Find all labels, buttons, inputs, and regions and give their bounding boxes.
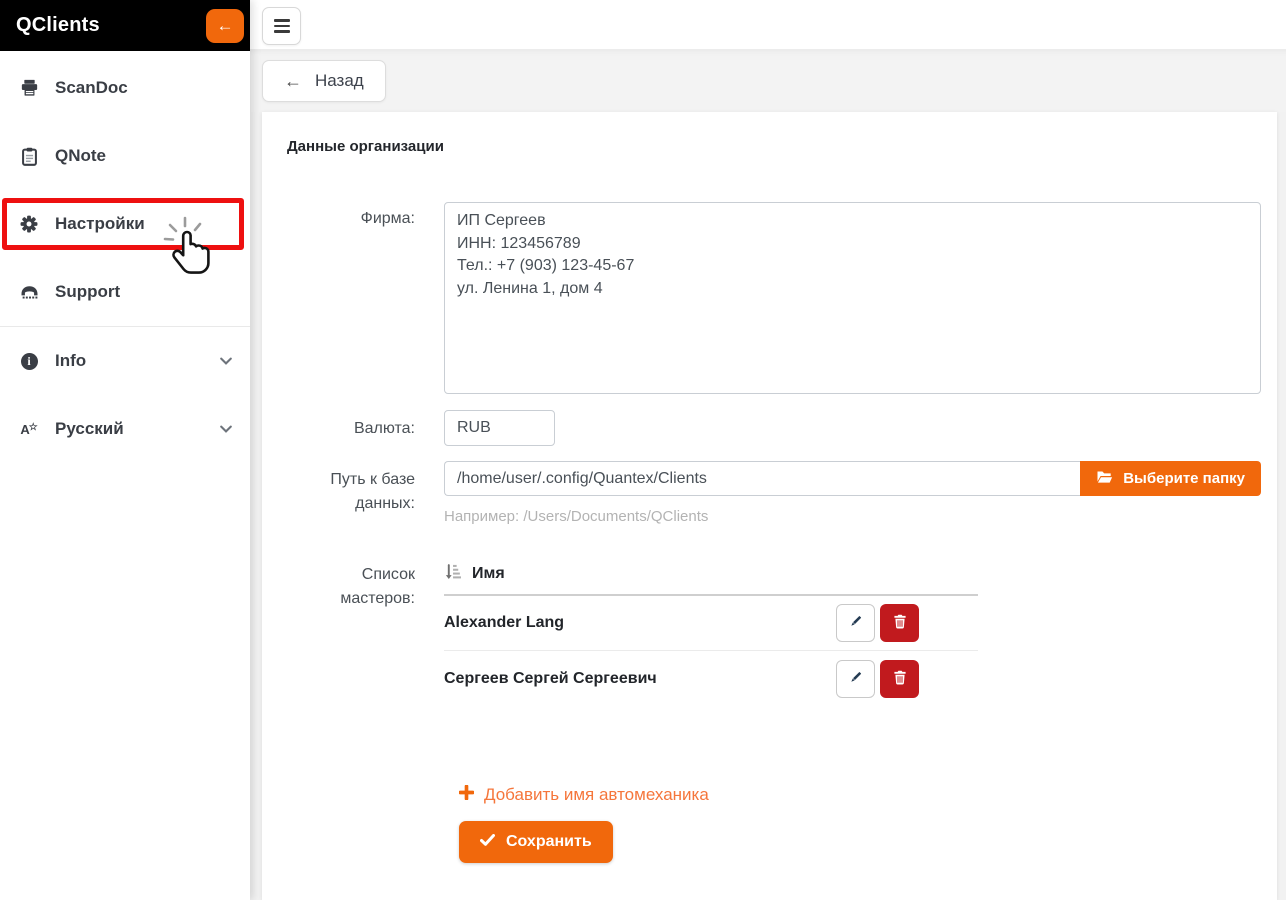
phone-icon [18, 284, 40, 300]
sidebar-item-label: ScanDoc [55, 78, 128, 97]
sidebar-item-settings[interactable]: Настройки [0, 190, 250, 258]
main-area: ← Назад Данные организации Фирма: ИП Сер… [250, 0, 1286, 900]
delete-master-button[interactable] [880, 604, 919, 642]
masters-table-header[interactable]: Имя [444, 563, 978, 596]
company-field-row: Фирма: ИП Сергеев ИНН: 123456789 Тел.: +… [262, 202, 1277, 394]
chevron-down-icon [220, 357, 232, 365]
table-row: Сергеев Сергей Сергеевич [444, 651, 978, 706]
company-label: Фирма: [360, 210, 415, 227]
edit-master-button[interactable] [836, 659, 875, 698]
db-path-input-group: Выберите папку [444, 461, 1261, 496]
master-name: Сергеев Сергей Сергеевич [444, 669, 657, 687]
sidebar: QClients ← ScanDoc QNote Настройки Suppo… [0, 0, 250, 900]
back-button[interactable]: ← Назад [262, 60, 386, 102]
settings-card: Данные организации Фирма: ИП Сергеев ИНН… [262, 112, 1277, 900]
sidebar-item-scandoc[interactable]: ScanDoc [0, 54, 250, 122]
choose-folder-button[interactable]: Выберите папку [1080, 461, 1261, 496]
sidebar-item-label: QNote [55, 146, 106, 165]
sidebar-item-support[interactable]: Support [0, 258, 250, 326]
plus-icon [458, 784, 475, 805]
row-actions [836, 604, 919, 642]
delete-master-button[interactable] [880, 659, 919, 698]
db-path-hint: Например: /Users/Documents/QClients [444, 508, 709, 525]
clipboard-icon [18, 147, 40, 166]
gear-icon [18, 215, 40, 233]
db-path-field-row: Путь к базе данных: Выберите папку [262, 461, 1277, 525]
currency-input[interactable] [444, 410, 555, 446]
sidebar-header: QClients ← [0, 0, 250, 51]
arrow-left-icon: ← [216, 16, 234, 35]
masters-field-row: Список мастеров: Имя Alexander Lang Серг… [262, 563, 1277, 706]
trash-icon [893, 670, 907, 688]
save-button[interactable]: Сохранить [459, 821, 613, 863]
sidebar-nav: ScanDoc QNote Настройки Support i Info A… [0, 54, 250, 463]
hamburger-menu-button[interactable] [262, 7, 301, 45]
sidebar-item-qnote[interactable]: QNote [0, 122, 250, 190]
sidebar-item-label: Настройки [55, 214, 145, 233]
currency-label: Валюта: [353, 420, 415, 437]
masters-label: Список мастеров: [340, 566, 415, 607]
sidebar-collapse-button[interactable]: ← [206, 9, 244, 43]
pencil-icon [848, 670, 863, 688]
sidebar-item-label: Support [55, 282, 121, 301]
sort-amount-icon [444, 563, 461, 585]
currency-field-row: Валюта: [262, 410, 1277, 446]
hamburger-icon [273, 19, 290, 22]
info-icon: i [18, 352, 40, 370]
db-path-label: Путь к базе данных: [330, 471, 415, 512]
sidebar-item-label: Info [55, 351, 87, 370]
table-row: Alexander Lang [444, 596, 978, 651]
app-title: QClients [16, 14, 100, 36]
add-master-link[interactable]: Добавить имя автомеханика [458, 784, 709, 805]
company-textarea[interactable]: ИП Сергеев ИНН: 123456789 Тел.: +7 (903)… [444, 202, 1261, 394]
printer-icon [18, 79, 40, 97]
arrow-left-icon: ← [284, 70, 302, 91]
pencil-icon [848, 614, 863, 632]
edit-master-button[interactable] [836, 604, 875, 642]
folder-open-icon [1096, 470, 1113, 488]
chevron-down-icon [220, 425, 232, 433]
trash-icon [893, 614, 907, 632]
sidebar-item-label: Русский [55, 419, 124, 438]
check-icon [480, 833, 495, 851]
back-button-label: Назад [315, 71, 364, 90]
row-actions [836, 659, 919, 698]
toolbar-strip: ← Назад [250, 50, 1286, 112]
sidebar-item-language[interactable]: A ☆ Русский [0, 395, 250, 463]
topbar [250, 0, 1286, 50]
language-icon: A ☆ [20, 421, 38, 437]
masters-column-header: Имя [472, 565, 505, 582]
db-path-input[interactable] [444, 461, 1081, 496]
section-title: Данные организации [287, 138, 444, 155]
choose-folder-label: Выберите папку [1123, 470, 1245, 487]
masters-table: Имя Alexander Lang Сергеев Сергей Сергее… [444, 563, 978, 706]
sidebar-item-info[interactable]: i Info [0, 327, 250, 395]
save-button-label: Сохранить [506, 833, 592, 850]
add-master-label: Добавить имя автомеханика [484, 785, 709, 804]
master-name: Alexander Lang [444, 614, 565, 631]
